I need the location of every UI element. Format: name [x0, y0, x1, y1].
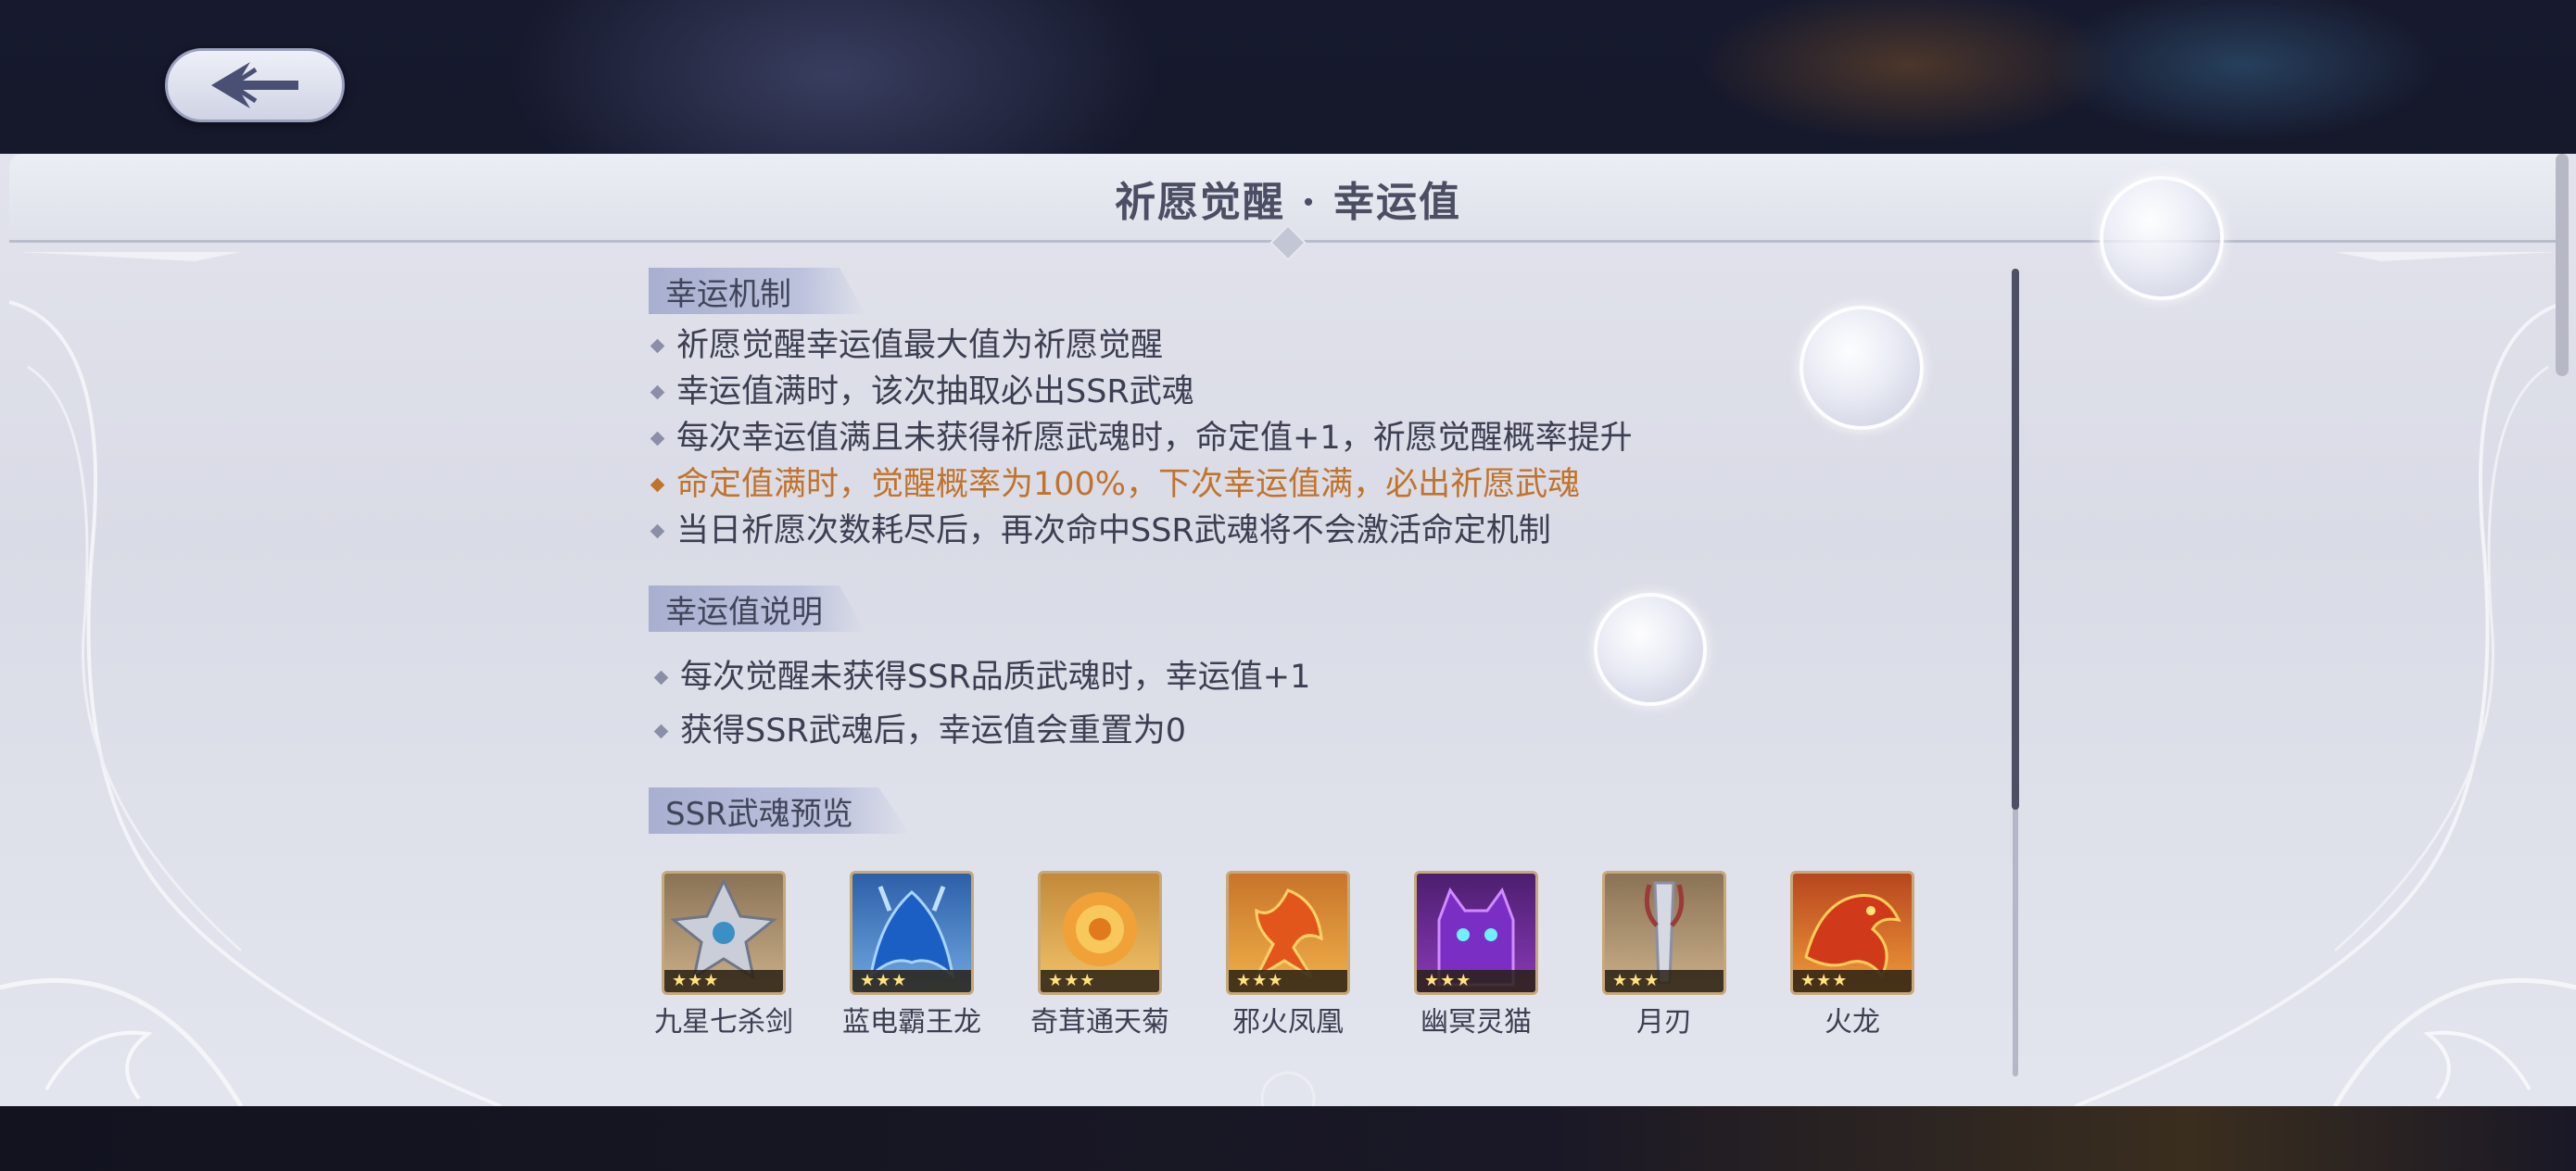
spirit-card[interactable]: ★★★: [850, 871, 974, 995]
card-name: 蓝电霸王龙: [842, 1006, 981, 1039]
star-rating: ★★★: [1793, 970, 1912, 992]
diamond-bullet-icon: [650, 338, 665, 354]
spirit-card[interactable]: ★★★: [1226, 871, 1350, 995]
spirit-card[interactable]: ★★★: [1038, 871, 1162, 995]
list-item: 幸运值满时，该次抽取必出SSR武魂: [649, 369, 1633, 415]
star-rating: ★★★: [1605, 970, 1724, 992]
diamond-bullet-icon: [650, 523, 665, 539]
list-item: 获得SSR武魂后，幸运值会重置为0: [652, 704, 1310, 758]
back-button[interactable]: [165, 48, 345, 122]
bubble-icon: [1594, 593, 1707, 706]
spirit-card[interactable]: ★★★: [662, 871, 786, 995]
card-name: 九星七杀剑: [654, 1006, 793, 1039]
list-item-highlight: 命定值满时，觉醒概率为100%，下次幸运值满，必出祈愿武魂: [649, 461, 1633, 508]
explanation-list: 每次觉醒未获得SSR品质武魂时，幸运值+1 获得SSR武魂后，幸运值会重置为0: [652, 650, 1310, 758]
section-header-mechanism: 幸运机制: [649, 268, 865, 314]
star-rating: ★★★: [1417, 970, 1535, 992]
card-name: 月刃: [1636, 1006, 1692, 1039]
star-rating: ★★★: [664, 970, 783, 992]
diamond-bullet-icon: [650, 477, 665, 493]
back-arrow-icon: [211, 62, 298, 108]
list-item: 每次觉醒未获得SSR品质武魂时，幸运值+1: [652, 650, 1310, 704]
bubble-icon: [2100, 176, 2224, 300]
card-name: 幽冥灵猫: [1421, 1006, 1532, 1039]
spirit-card[interactable]: ★★★: [1602, 871, 1726, 995]
section-header-explanation: 幸运值说明: [649, 586, 865, 632]
diamond-bullet-icon: [653, 670, 669, 686]
outer-scrollbar[interactable]: [2556, 154, 2569, 376]
star-rating: ★★★: [1041, 970, 1159, 992]
spirit-card[interactable]: ★★★: [1790, 871, 1914, 995]
section-title: SSR武魂预览: [665, 795, 853, 833]
star-rating: ★★★: [1229, 970, 1347, 992]
spirit-card[interactable]: ★★★: [1414, 871, 1538, 995]
diamond-bullet-icon: [650, 384, 665, 400]
content-scrollbar-thumb[interactable]: [2012, 269, 2019, 810]
list-item: 祈愿觉醒幸运值最大值为祈愿觉醒: [649, 322, 1633, 369]
mechanism-list: 祈愿觉醒幸运值最大值为祈愿觉醒 幸运值满时，该次抽取必出SSR武魂 每次幸运值满…: [649, 322, 1633, 554]
list-item: 每次幸运值满且未获得祈愿武魂时，命定值+1，祈愿觉醒概率提升: [649, 415, 1633, 461]
card-name: 奇茸通天菊: [1030, 1006, 1169, 1039]
star-rating: ★★★: [852, 970, 971, 992]
list-item: 当日祈愿次数耗尽后，再次命中SSR武魂将不会激活命定机制: [649, 508, 1633, 554]
bubble-icon: [1799, 306, 1924, 430]
section-title: 幸运值说明: [665, 593, 823, 631]
bottom-bar: [0, 1106, 2576, 1171]
section-title: 幸运机制: [665, 275, 791, 313]
section-header-preview: SSR武魂预览: [649, 787, 910, 834]
card-name: 邪火凤凰: [1232, 1006, 1344, 1039]
diamond-bullet-icon: [653, 724, 669, 739]
card-name: 火龙: [1825, 1006, 1880, 1039]
diamond-bullet-icon: [650, 431, 665, 447]
